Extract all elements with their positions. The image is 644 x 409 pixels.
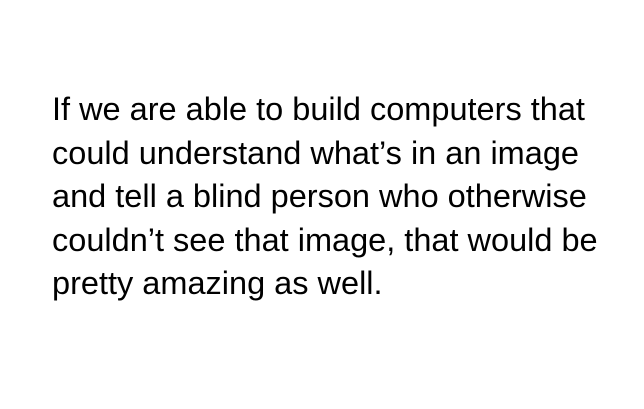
quote-line: and tell a blind person who otherwise [52, 178, 587, 214]
quote-line: could understand what’s in an image [52, 134, 579, 171]
quote-line: If we are able to build computers that [52, 91, 585, 127]
quote-text: If we are able to build computers that c… [52, 88, 598, 306]
quote-line: pretty amazing as well. [52, 265, 383, 301]
quote-line: couldn’t see that image, that would be [52, 221, 598, 258]
